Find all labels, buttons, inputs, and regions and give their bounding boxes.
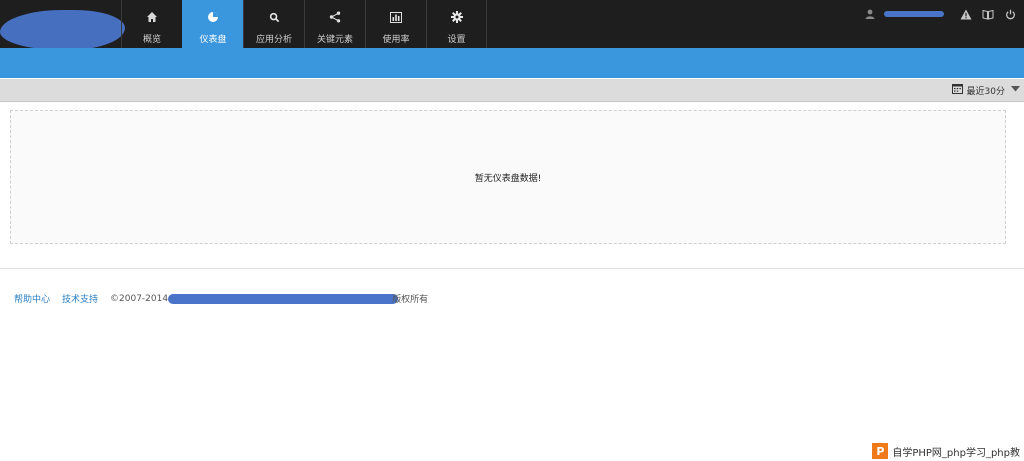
tech-support-link[interactable]: 技术支持 [62,292,98,305]
copyright-suffix: 版权所有 [392,295,429,305]
nav-label: 应用分析 [255,35,292,45]
empty-message: 暂无仪表盘数据! [474,173,542,184]
warning-icon[interactable] [958,6,974,22]
footer: 帮助中心 技术支持 ©2007-2014 版权所有 [14,292,428,305]
time-range-toolbar: 最近30分 [0,79,1024,102]
bar-chart-icon [390,6,402,28]
logo-redacted [0,10,125,50]
watermark-text: 自学PHP网_php学习_php教 [892,447,1020,459]
nav-label: 使用率 [382,35,410,45]
nav-label: 仪表盘 [199,35,227,45]
user-icon[interactable] [862,6,878,22]
top-nav-bar: 概览 仪表盘 应用分析 关键元素 使用率 设置 [0,0,1024,50]
nav-item-settings[interactable]: 设置 [426,0,487,48]
accent-subbar [0,48,1024,78]
book-icon[interactable] [980,6,996,22]
home-icon [146,6,158,28]
footer-divider [0,268,1024,269]
copyright-prefix: ©2007-2014 [110,293,169,304]
nav-label: 概览 [142,35,161,45]
help-center-link[interactable]: 帮助中心 [14,292,50,305]
nav-item-app-analysis[interactable]: 应用分析 [243,0,304,48]
pie-chart-icon [207,6,219,28]
user-area [862,0,1024,28]
nav-item-dashboard[interactable]: 仪表盘 [182,0,243,48]
calendar-icon [951,83,963,97]
nav-item-usage[interactable]: 使用率 [365,0,426,48]
nav-item-overview[interactable]: 概览 [121,0,182,48]
username-redacted[interactable] [884,11,944,17]
gear-icon [450,6,463,28]
watermark-logo: P [872,443,889,459]
chevron-down-icon [1011,85,1020,95]
nav-item-key-elements[interactable]: 关键元素 [304,0,365,48]
share-icon [329,6,341,28]
site-watermark: P 自学PHP网_php学习_php教 [866,441,1024,461]
nav-label: 设置 [447,35,466,45]
main-nav: 概览 仪表盘 应用分析 关键元素 使用率 设置 [121,0,487,48]
dashboard-empty-panel: 暂无仪表盘数据! [10,110,1006,244]
nav-label: 关键元素 [316,35,353,45]
company-name-redacted [168,293,399,304]
time-range-selector[interactable]: 最近30分 [951,79,1020,101]
power-icon[interactable] [1002,6,1018,22]
search-icon [269,6,280,28]
time-range-label: 最近30分 [966,86,1005,97]
